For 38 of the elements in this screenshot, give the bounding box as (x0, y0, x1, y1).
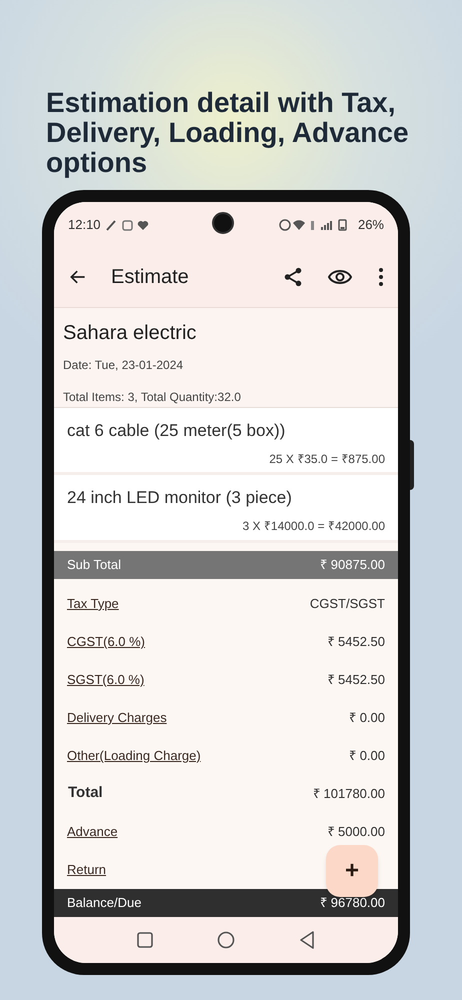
summary-value: ₹ 5000.00 (327, 822, 385, 841)
summary-value: ₹ 90875.00 (320, 556, 385, 574)
item-calculation: 3 X ₹14000.0 = ₹42000.00 (242, 518, 385, 535)
item-name: cat 6 cable (25 meter(5 box)) (67, 420, 286, 442)
summary-link[interactable]: CGST(6.0 %) (67, 632, 146, 652)
camera-icon (212, 212, 234, 234)
home-icon[interactable] (217, 930, 235, 949)
estimate-totals: Total Items: 3, Total Quantity:32.0 (63, 388, 242, 406)
summary-value: CGST/SGST (310, 594, 385, 613)
summary-link[interactable]: SGST(6.0 %) (67, 670, 144, 690)
share-icon[interactable] (282, 266, 304, 288)
summary-value: ₹ 5452.50 (327, 670, 385, 689)
customer-name: Sahara electric (63, 320, 198, 346)
summary-link[interactable]: Advance (67, 822, 118, 842)
more-icon[interactable] (378, 267, 384, 288)
summary-label: Sub Total (67, 556, 121, 574)
add-button[interactable]: + (326, 845, 378, 897)
item-card[interactable]: 24 inch LED monitor (3 piece) 3 X ₹14000.0 = ₹42000.00 (54, 475, 398, 543)
item-calculation: 25 X ₹35.0 = ₹875.00 (268, 450, 385, 468)
item-name: 24 inch LED monitor (3 piece) (67, 487, 293, 510)
clock: 12:10 (68, 216, 101, 234)
item-card[interactable]: cat 6 cable (25 meter(5 box)) 25 X ₹35.0 = ₹875.00 (54, 408, 398, 476)
screen-title: Estimate (111, 265, 189, 290)
summary-link[interactable]: Delivery Charges (67, 708, 167, 728)
summary-value: ₹ 101780.00 (312, 784, 385, 803)
summary-label: Total (67, 783, 103, 804)
summary-link[interactable]: Return (67, 860, 106, 880)
summary-label: Balance/Due (67, 894, 142, 912)
summary-link[interactable]: Tax Type (67, 594, 119, 614)
headline: Estimation detail with Tax, Delivery, Loading, Advance options (46, 88, 410, 178)
summary-value: ₹ 0.00 (349, 746, 385, 765)
summary-value: ₹ 0.00 (349, 708, 385, 727)
summary-link[interactable]: Other(Loading Charge) (67, 746, 201, 766)
recents-icon[interactable] (137, 932, 153, 948)
back-nav-icon[interactable] (299, 930, 315, 949)
battery-level: 26% (358, 216, 384, 234)
estimate-date: Date: Tue, 23-01-2024 (63, 356, 184, 374)
summary-value: ₹ 5452.50 (327, 632, 385, 651)
